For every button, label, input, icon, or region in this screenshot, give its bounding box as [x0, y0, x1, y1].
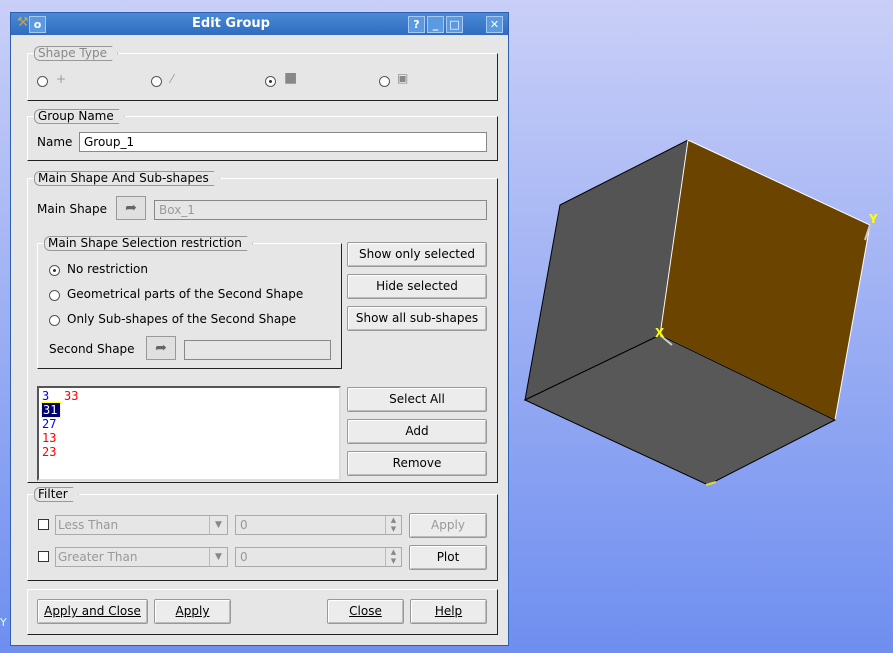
3d-viewer[interactable]: X Y Y	[0, 0, 893, 653]
corner-axis-label: Y	[0, 616, 7, 629]
axis-x-label: X	[655, 326, 665, 340]
axis-y-label: Y	[868, 212, 878, 226]
